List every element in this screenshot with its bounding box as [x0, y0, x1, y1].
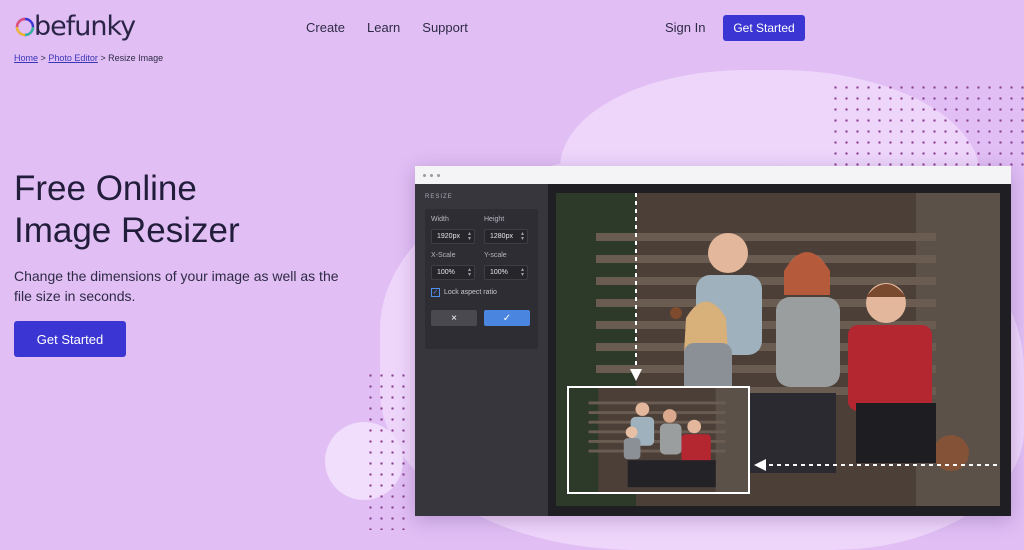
- breadcrumb-separator: >: [100, 53, 106, 63]
- logo-mark-icon: [15, 17, 35, 36]
- resize-settings-box: Width Height 1920px ▴ ▾ 1280px ▴ ▾ X-Scale…: [425, 209, 538, 349]
- nav-learn[interactable]: Learn: [367, 20, 400, 35]
- nav-support[interactable]: Support: [422, 20, 468, 35]
- height-input[interactable]: 1280px ▴ ▾: [484, 229, 528, 244]
- lock-aspect-ratio-label: Lock aspect ratio: [444, 289, 497, 296]
- window-dot-icon: [423, 173, 426, 177]
- dot-pattern-top-right: [830, 82, 1024, 172]
- breadcrumb-current: Resize Image: [108, 53, 164, 63]
- brand-logo[interactable]: befunky: [14, 11, 136, 42]
- logo-text: befunky: [34, 11, 136, 42]
- nav-create[interactable]: Create: [306, 20, 345, 35]
- page-subtitle: Change the dimensions of your image as w…: [14, 268, 339, 304]
- main-nav: Create Learn Support: [306, 20, 468, 35]
- checkbox-checked-icon: ✓: [431, 288, 440, 297]
- editor-preview-window: RESIZE Width Height 1920px ▴ ▾ 1280px ▴ ▾ …: [415, 166, 1011, 516]
- page-title-line-2: Image Resizer: [14, 211, 240, 250]
- width-label: Width: [431, 216, 449, 223]
- hero-get-started-button[interactable]: Get Started: [14, 321, 126, 357]
- x-scale-label: X-Scale: [431, 252, 456, 259]
- breadcrumb: Home > Photo Editor > Resize Image: [14, 53, 163, 63]
- resize-panel: RESIZE Width Height 1920px ▴ ▾ 1280px ▴ ▾ …: [415, 184, 548, 516]
- cancel-button[interactable]: ×: [431, 310, 477, 326]
- page-title: Free Online Image Resizer: [14, 168, 374, 252]
- window-dot-icon: [430, 173, 433, 177]
- window-title-bar: [415, 166, 1011, 184]
- y-scale-label: Y-scale: [484, 252, 507, 259]
- width-input[interactable]: 1920px ▴ ▾: [431, 229, 475, 244]
- lock-aspect-ratio-checkbox[interactable]: ✓ Lock aspect ratio: [431, 288, 497, 297]
- breadcrumb-photo-editor-link[interactable]: Photo Editor: [48, 53, 98, 63]
- breadcrumb-separator: >: [40, 53, 46, 63]
- checkmark-icon: ✓: [502, 312, 512, 324]
- y-scale-value: 100%: [490, 269, 508, 276]
- x-scale-input[interactable]: 100% ▴ ▾: [431, 265, 475, 280]
- y-scale-input[interactable]: 100% ▴ ▾: [484, 265, 528, 280]
- dot-pattern-bottom-left: [365, 370, 410, 530]
- header-get-started-button[interactable]: Get Started: [723, 15, 805, 41]
- width-value: 1920px: [437, 233, 460, 240]
- stepper-icon[interactable]: ▴ ▾: [468, 267, 471, 278]
- resized-thumbnail: [567, 386, 750, 494]
- x-scale-value: 100%: [437, 269, 455, 276]
- window-dot-icon: [437, 173, 440, 177]
- breadcrumb-home-link[interactable]: Home: [14, 53, 38, 63]
- stepper-icon[interactable]: ▴ ▾: [521, 231, 524, 242]
- stepper-icon[interactable]: ▴ ▾: [521, 267, 524, 278]
- sign-in-link[interactable]: Sign In: [665, 20, 705, 35]
- stepper-icon[interactable]: ▴ ▾: [468, 231, 471, 242]
- close-icon: ×: [451, 312, 457, 324]
- page-title-line-1: Free Online: [14, 169, 197, 208]
- resize-panel-title: RESIZE: [425, 194, 453, 200]
- apply-button[interactable]: ✓: [484, 310, 530, 326]
- height-label: Height: [484, 216, 505, 223]
- height-value: 1280px: [490, 233, 513, 240]
